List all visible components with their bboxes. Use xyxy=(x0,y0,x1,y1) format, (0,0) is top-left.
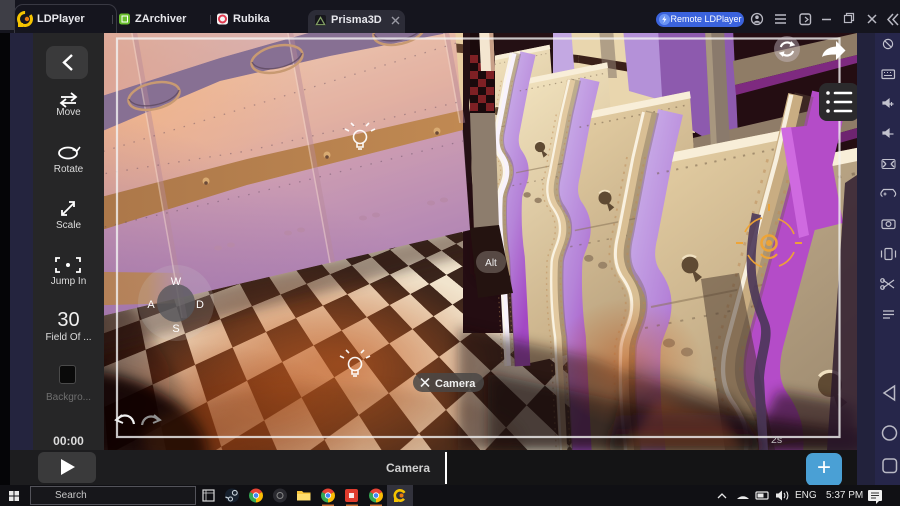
svg-text:D: D xyxy=(196,299,204,311)
svg-text:Alt: Alt xyxy=(485,258,497,269)
svg-text:S: S xyxy=(172,323,179,335)
svg-text:W: W xyxy=(171,276,182,288)
svg-text:2s: 2s xyxy=(771,434,782,446)
svg-text:Camera: Camera xyxy=(435,378,476,390)
svg-text:A: A xyxy=(147,299,155,311)
